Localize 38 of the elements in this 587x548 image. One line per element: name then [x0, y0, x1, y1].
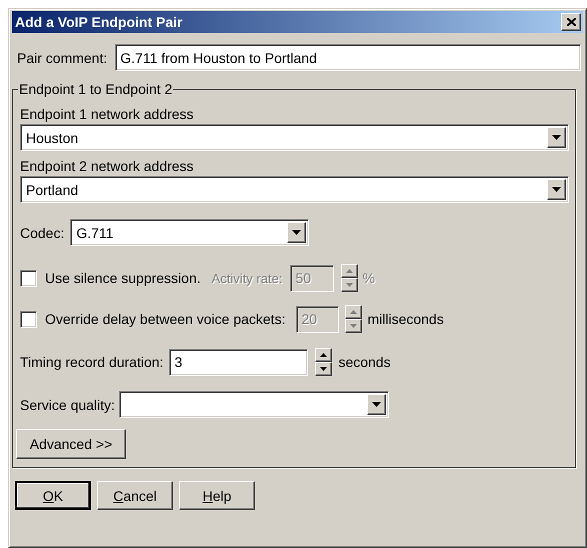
field-label: Activity rate: [212, 270, 282, 286]
group-title: Endpoint 1 to Endpoint 2 [18, 81, 174, 97]
spin-down-button[interactable] [341, 278, 358, 292]
unit-label: milliseconds [367, 311, 444, 327]
caret-icon[interactable] [372, 402, 381, 407]
advanced-button[interactable]: Advanced >> [16, 429, 126, 459]
spin-up-button[interactable] [341, 264, 358, 278]
caret-icon[interactable] [552, 135, 561, 140]
spin-up-button[interactable] [345, 305, 362, 319]
triangle-down-icon[interactable] [320, 367, 328, 371]
dialog-button[interactable]: Cancel [97, 481, 173, 510]
spin-down-button[interactable] [345, 319, 362, 333]
dropdown[interactable]: Portland [20, 176, 569, 203]
window-title: Add a VoIP Endpoint Pair [15, 14, 182, 30]
checkbox-label: Use silence suppression. [45, 270, 201, 286]
close-button[interactable] [561, 13, 581, 31]
triangle-up-icon[interactable] [320, 353, 328, 357]
input-field[interactable]: 3 [169, 348, 308, 376]
field-label: Pair comment: [17, 50, 108, 66]
unit-label: % [362, 270, 375, 286]
input-field[interactable]: G.711 from Houston to Portland [115, 44, 582, 71]
caret-icon[interactable] [292, 230, 302, 235]
checkbox-label: Override delay between voice packets: [45, 311, 286, 327]
dialog-button[interactable]: Help [179, 481, 255, 510]
dropdown[interactable] [118, 391, 389, 418]
unit-label: seconds [338, 354, 391, 370]
field-label: Endpoint 1 network address [20, 106, 195, 122]
field-label: Codec: [20, 224, 64, 240]
dropdown[interactable]: Houston [20, 124, 569, 151]
dialog-button[interactable]: OK [15, 481, 91, 510]
field-label: Timing record duration: [20, 354, 164, 370]
dropdown[interactable]: G.711 [70, 219, 310, 246]
spin-down-button[interactable] [315, 362, 332, 376]
close-icon[interactable] [566, 18, 576, 26]
field-label: Service quality: [20, 396, 115, 412]
spin-up-button[interactable] [315, 348, 332, 362]
field-label: Endpoint 2 network address [20, 158, 195, 174]
caret-icon[interactable] [552, 187, 561, 192]
